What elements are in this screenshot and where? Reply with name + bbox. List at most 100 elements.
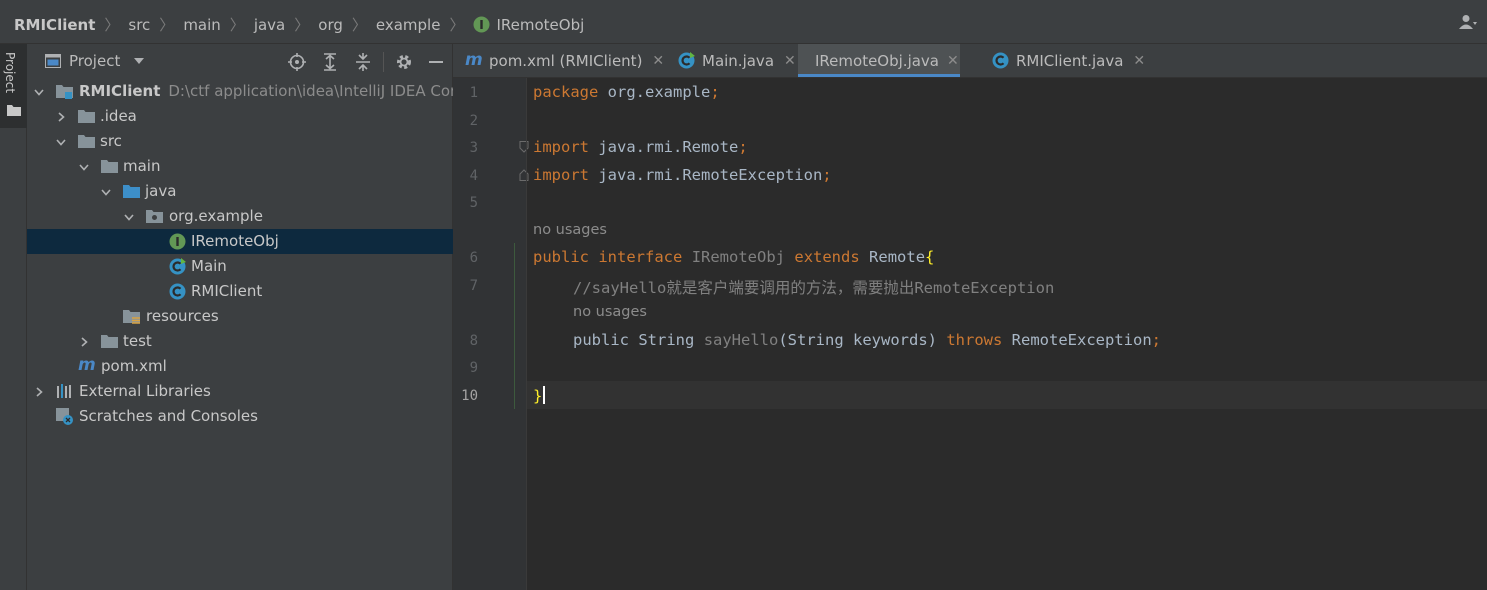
tree-item-label: Main bbox=[191, 257, 227, 275]
code-line-7[interactable]: //sayHello就是客户端要调用的方法，需要抛出RemoteExceptio… bbox=[573, 276, 1054, 298]
tree-item-main[interactable]: main bbox=[27, 154, 453, 179]
breadcrumb: RMIClient 〉 src 〉 main 〉 java 〉 org 〉 ex… bbox=[14, 14, 584, 35]
line-number: 8 bbox=[469, 333, 478, 349]
tree-item-scratches[interactable]: Scratches and Consoles bbox=[27, 404, 453, 429]
close-icon[interactable]: ✕ bbox=[784, 53, 796, 69]
tree-item-label: org.example bbox=[169, 207, 263, 225]
tab-main-java[interactable]: Main.java ✕ bbox=[678, 44, 796, 77]
folder-icon bbox=[7, 105, 21, 116]
project-path: D:\ctf application\idea\IntelliJ IDEA Co… bbox=[168, 82, 453, 100]
tab-pom-xml[interactable]: m pom.xml (RMIClient) ✕ bbox=[465, 44, 664, 77]
tree-item-main-class[interactable]: Main bbox=[27, 254, 453, 279]
class-main-icon bbox=[678, 52, 695, 69]
user-icon[interactable] bbox=[1459, 14, 1477, 30]
tree-item-resources[interactable]: resources bbox=[27, 304, 453, 329]
editor-tab-bar: m pom.xml (RMIClient) ✕ Main.java ✕ IRem… bbox=[453, 44, 1487, 78]
tree-item-test[interactable]: test bbox=[27, 329, 453, 354]
chevron-down-icon[interactable] bbox=[56, 137, 66, 147]
line-number: 6 bbox=[469, 250, 478, 266]
method-name: sayHello bbox=[703, 331, 779, 349]
tree-item-idea[interactable]: .idea bbox=[27, 104, 453, 129]
project-view-selector[interactable]: Project bbox=[45, 52, 145, 70]
chevron-down-icon[interactable] bbox=[124, 212, 134, 222]
tree-item-src[interactable]: src bbox=[27, 129, 453, 154]
close-icon[interactable]: ✕ bbox=[947, 53, 959, 69]
breadcrumb-item-java[interactable]: java bbox=[254, 16, 285, 34]
chevron-down-icon[interactable] bbox=[101, 187, 111, 197]
project-panel-header: Project bbox=[27, 44, 453, 79]
chevron-down-icon[interactable] bbox=[34, 87, 44, 97]
tree-item-rmiclient[interactable]: RMIClient D:\ctf application\idea\Intelli… bbox=[27, 79, 453, 104]
close-icon[interactable]: ✕ bbox=[1133, 53, 1145, 69]
fold-end-icon[interactable] bbox=[519, 169, 529, 181]
code-text: java.rmi.RemoteException bbox=[589, 166, 823, 184]
code-line-8[interactable]: public String sayHello(String keywords) … bbox=[573, 331, 1161, 349]
tree-item-org-example[interactable]: org.example bbox=[27, 204, 453, 229]
chevron-right-icon[interactable] bbox=[34, 387, 44, 397]
breadcrumb-item-project[interactable]: RMIClient bbox=[14, 16, 95, 34]
type-name: Remote bbox=[869, 248, 926, 266]
class-icon bbox=[169, 283, 186, 300]
breadcrumb-item-src[interactable]: src bbox=[128, 16, 150, 34]
gutter-divider bbox=[526, 78, 527, 590]
open-brace: { bbox=[925, 248, 935, 266]
tab-iremoteobj-java[interactable]: IRemoteObj.java ✕ bbox=[798, 44, 960, 77]
current-line-highlight bbox=[527, 381, 1487, 409]
breadcrumb-item-file[interactable]: IRemoteObj bbox=[496, 16, 584, 34]
tree-item-rmiclient-class[interactable]: RMIClient bbox=[27, 279, 453, 304]
line-number-current: 10 bbox=[461, 388, 478, 404]
breadcrumb-item-org[interactable]: org bbox=[318, 16, 343, 34]
keyword: interface bbox=[598, 248, 683, 266]
tab-label: IRemoteObj.java bbox=[815, 51, 939, 70]
class-main-icon bbox=[169, 258, 186, 275]
tree-item-pom[interactable]: m pom.xml bbox=[27, 354, 453, 379]
chevron-right-icon[interactable] bbox=[79, 337, 89, 347]
module-folder-icon bbox=[56, 85, 73, 99]
chevron-right-icon[interactable] bbox=[56, 112, 66, 122]
tree-item-external-libraries[interactable]: External Libraries bbox=[27, 379, 453, 404]
usage-hint[interactable]: no usages bbox=[533, 222, 607, 238]
code-text: java.rmi.Remote bbox=[589, 138, 739, 156]
fold-start-icon[interactable] bbox=[519, 141, 529, 153]
gear-icon[interactable] bbox=[395, 53, 413, 71]
toolbar-separator bbox=[383, 52, 384, 72]
tab-rmiclient-java[interactable]: RMIClient.java ✕ bbox=[992, 44, 1145, 77]
code-line-4[interactable]: import java.rmi.RemoteException; bbox=[533, 166, 832, 184]
chevron-right-icon: 〉 bbox=[229, 16, 245, 34]
tree-item-label: .idea bbox=[100, 107, 137, 125]
keyword: package bbox=[533, 83, 599, 101]
tree-item-label: main bbox=[123, 157, 161, 175]
tree-item-java[interactable]: java bbox=[27, 179, 453, 204]
class-icon bbox=[992, 52, 1009, 69]
hide-panel-icon[interactable] bbox=[427, 53, 445, 71]
collapse-all-icon[interactable] bbox=[354, 53, 372, 71]
chevron-down-icon[interactable] bbox=[79, 162, 89, 172]
breadcrumb-item-example[interactable]: example bbox=[376, 16, 441, 34]
project-tool-window-button[interactable]: Project bbox=[0, 44, 27, 128]
editor-area: m pom.xml (RMIClient) ✕ Main.java ✕ IRem… bbox=[453, 44, 1487, 590]
resources-folder-icon bbox=[123, 310, 140, 324]
keyword: extends bbox=[794, 248, 860, 266]
semicolon: ; bbox=[822, 166, 832, 184]
type-name: String bbox=[638, 331, 695, 349]
keyword: public bbox=[533, 248, 589, 266]
line-number-gutter[interactable]: 1 2 3 4 5 6 7 8 9 10 bbox=[453, 78, 529, 590]
tree-item-label: Scratches and Consoles bbox=[79, 407, 258, 425]
code-line-3[interactable]: import java.rmi.Remote; bbox=[533, 138, 748, 156]
expand-all-icon[interactable] bbox=[321, 53, 339, 71]
code-line-6[interactable]: public interface IRemoteObj extends Remo… bbox=[533, 248, 934, 266]
breadcrumb-item-main[interactable]: main bbox=[183, 16, 220, 34]
tree-item-label: RMIClient bbox=[79, 82, 161, 100]
semicolon: ; bbox=[1151, 331, 1161, 349]
locate-icon[interactable] bbox=[288, 53, 306, 71]
tree-item-iremoteobj[interactable]: IRemoteObj bbox=[27, 229, 453, 254]
tree-item-label: IRemoteObj bbox=[191, 232, 279, 250]
navigation-bar: RMIClient 〉 src 〉 main 〉 java 〉 org 〉 ex… bbox=[0, 0, 1487, 44]
close-icon[interactable]: ✕ bbox=[652, 53, 664, 69]
line-number: 3 bbox=[469, 140, 478, 156]
keyword: throws bbox=[946, 331, 1003, 349]
code-line-10[interactable]: } bbox=[533, 386, 546, 405]
code-line-1[interactable]: package org.example; bbox=[533, 83, 720, 101]
usage-hint[interactable]: no usages bbox=[573, 304, 647, 320]
chevron-right-icon: 〉 bbox=[449, 16, 465, 34]
